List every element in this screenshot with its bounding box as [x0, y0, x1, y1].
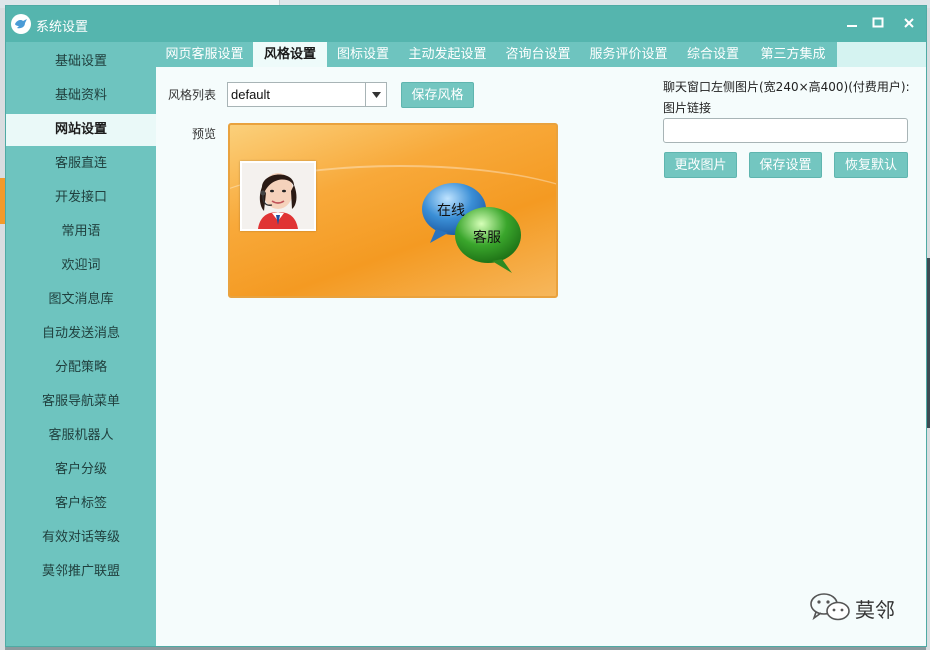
- bubble-service-text: 客服: [473, 230, 501, 246]
- window-title: 系统设置: [36, 20, 89, 35]
- online-service-bubbles: [422, 183, 521, 273]
- style-select[interactable]: default: [227, 82, 387, 107]
- minimize-button[interactable]: [841, 13, 863, 33]
- wechat-icon: [810, 593, 850, 621]
- close-icon: [904, 18, 914, 28]
- sidebar-item-customer-tiers[interactable]: 客户分级: [6, 454, 156, 486]
- agent-avatar: [240, 161, 316, 231]
- settings-sidebar: 基础设置 基础资料 网站设置 客服直连 开发接口 常用语 欢迎词 图文消息库 自…: [6, 42, 156, 646]
- settings-dialog: 系统设置 基础设置 基础资料 网站设置 客服直连 开发接口 常用语 欢迎词 图文…: [5, 5, 927, 647]
- minimize-icon: [847, 25, 857, 27]
- save-settings-button[interactable]: 保存设置: [749, 152, 822, 178]
- save-style-button[interactable]: 保存风格: [401, 82, 474, 108]
- sidebar-item-direct-connect[interactable]: 客服直连: [6, 148, 156, 180]
- change-image-button[interactable]: 更改图片: [664, 152, 737, 178]
- maximize-icon: [872, 17, 884, 28]
- style-preview: 在线 客服: [228, 123, 558, 298]
- style-list-label: 风格列表: [168, 88, 217, 102]
- tab-console[interactable]: 咨询台设置: [496, 42, 580, 67]
- sidebar-item-nav-menu[interactable]: 客服导航菜单: [6, 386, 156, 418]
- image-link-label: 图片链接: [663, 101, 712, 115]
- sidebar-item-dev-api[interactable]: 开发接口: [6, 182, 156, 214]
- sidebar-item-affiliate[interactable]: 莫邻推广联盟: [6, 556, 156, 588]
- tab-evaluation[interactable]: 服务评价设置: [580, 42, 677, 67]
- sidebar-item-basic-profile[interactable]: 基础资料: [6, 80, 156, 112]
- bird-logo-icon: [11, 14, 31, 34]
- style-select-value: default: [231, 87, 271, 102]
- main-panel: 网页客服设置 风格设置 图标设置 主动发起设置 咨询台设置 服务评价设置 综合设…: [156, 42, 926, 646]
- tab-third-party[interactable]: 第三方集成: [749, 42, 837, 67]
- sidebar-item-common-phrases[interactable]: 常用语: [6, 216, 156, 248]
- sidebar-item-chatbot[interactable]: 客服机器人: [6, 420, 156, 452]
- bubble-online-text: 在线: [437, 203, 465, 219]
- sidebar-item-website-settings[interactable]: 网站设置: [6, 114, 156, 146]
- tab-web-service[interactable]: 网页客服设置: [156, 42, 253, 67]
- sidebar-item-conversation-levels[interactable]: 有效对话等级: [6, 522, 156, 554]
- tab-style[interactable]: 风格设置: [253, 42, 327, 67]
- restore-default-button[interactable]: 恢复默认: [834, 152, 908, 178]
- sidebar-item-media-library[interactable]: 图文消息库: [6, 284, 156, 316]
- chat-image-title: 聊天窗口左侧图片(宽240×高400)(付费用户):: [663, 80, 910, 94]
- tab-bar: 网页客服设置 风格设置 图标设置 主动发起设置 咨询台设置 服务评价设置 综合设…: [156, 42, 926, 67]
- title-bar[interactable]: 系统设置: [6, 6, 926, 42]
- tab-general[interactable]: 综合设置: [677, 42, 749, 67]
- preview-label: 预览: [192, 127, 217, 141]
- sidebar-item-basic-settings[interactable]: 基础设置: [6, 46, 156, 78]
- sidebar-item-customer-tags[interactable]: 客户标签: [6, 488, 156, 520]
- sidebar-item-auto-message[interactable]: 自动发送消息: [6, 318, 156, 350]
- tab-icon[interactable]: 图标设置: [327, 42, 399, 67]
- sidebar-item-assign-strategy[interactable]: 分配策略: [6, 352, 156, 384]
- sidebar-item-welcome[interactable]: 欢迎词: [6, 250, 156, 282]
- watermark-text: 莫邻: [855, 598, 895, 622]
- maximize-button[interactable]: [867, 13, 889, 33]
- dropdown-arrow-icon[interactable]: [365, 83, 386, 106]
- image-link-input[interactable]: [663, 118, 908, 143]
- close-button[interactable]: [898, 13, 920, 33]
- tab-proactive[interactable]: 主动发起设置: [399, 42, 496, 67]
